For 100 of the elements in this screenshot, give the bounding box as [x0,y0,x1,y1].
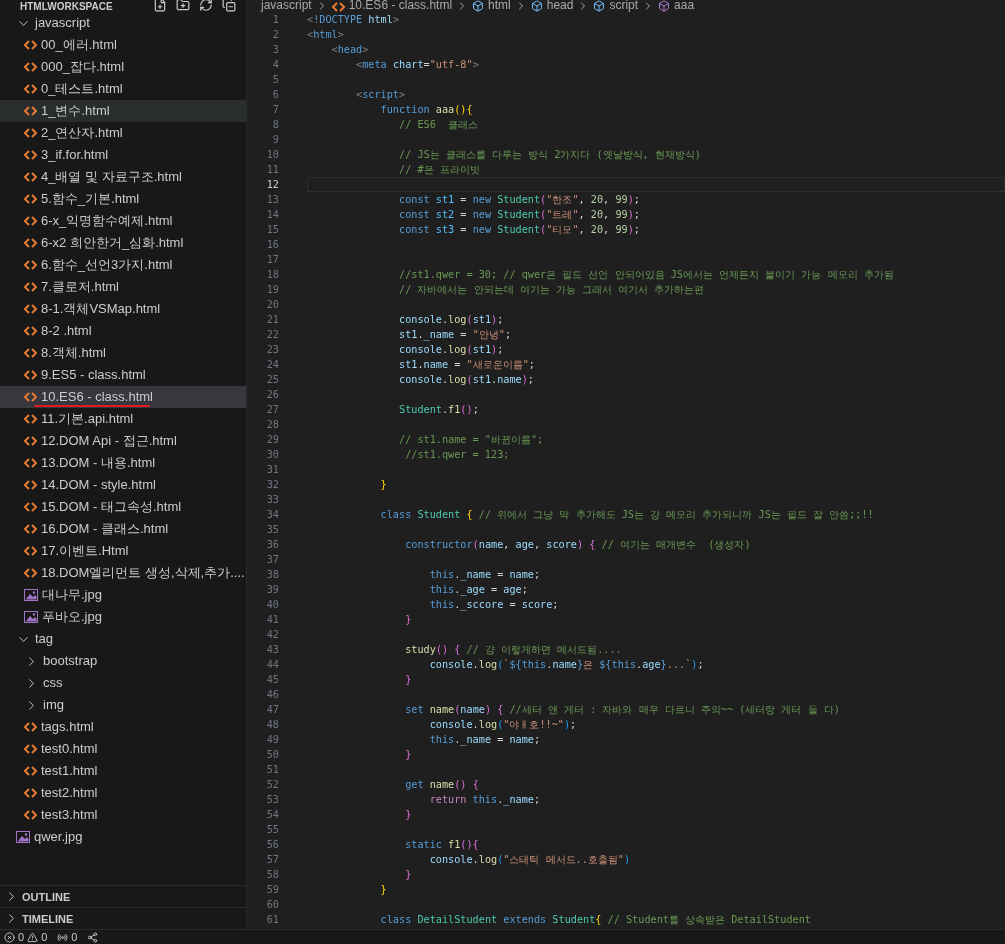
line-number: 56 [265,838,279,852]
file-item[interactable]: qwer.jpg [0,826,246,848]
broadcast-icon [57,931,69,943]
file-item[interactable]: test3.html [0,804,246,826]
file-item[interactable]: 000_잡다.html [0,56,246,78]
file-item[interactable]: 8-2 .html [0,320,246,342]
line-number: 33 [265,493,279,507]
code-file-icon [24,502,37,512]
code-line: study() { // 걍 이렇게하면 메서드됨.... [404,643,623,657]
cube-icon [472,0,485,12]
line-number: 6 [271,88,279,102]
code-file-icon [24,326,37,336]
code-file-icon [24,150,37,160]
line-number: 42 [265,628,279,642]
breadcrumb-item[interactable]: 10.ES6 - class.html [348,0,453,12]
file-item[interactable]: tags.html [0,716,246,738]
folder-item[interactable]: css [0,672,246,694]
file-item[interactable]: 13.DOM - 내용.html [0,452,246,474]
code-file-icon [24,546,37,556]
breadcrumb-item[interactable]: head [546,0,574,12]
file-item[interactable]: 0_테스트.html [0,78,246,100]
code-file-icon [24,524,37,534]
line-number: 39 [265,583,279,597]
line-number: 7 [271,103,279,117]
file-item[interactable]: 17.이벤트.Html [0,540,246,562]
line-number: 43 [265,643,279,657]
file-item[interactable]: 8.객체.html [0,342,246,364]
line-number: 5 [271,73,279,87]
breadcrumb-item[interactable]: html [488,0,511,12]
refresh-icon[interactable] [199,0,213,12]
code-line: class DetailStudent extends Student{ // Student를 상속받은 DetailStudent [379,913,812,927]
folder-item[interactable]: tag [0,628,246,650]
file-item[interactable]: 11.기본.api.html [0,408,246,430]
code-file-icon [24,172,37,182]
file-item[interactable]: 4_배열 및 자료구조.html [0,166,246,188]
line-number: 9 [271,133,279,147]
errors-status[interactable]: 0 0 [4,931,48,943]
line-number: 54 [265,808,279,822]
line-number: 17 [265,253,279,267]
code-file-icon [24,128,37,138]
file-item[interactable]: 8-1.객체VSMap.html [0,298,246,320]
line-number: 40 [265,598,279,612]
file-item[interactable]: 푸바오.jpg [0,606,246,628]
line-number: 48 [265,718,279,732]
folder-item[interactable]: bootstrap [0,650,246,672]
file-item[interactable]: 6-x2 희안한거_심화.html [0,232,246,254]
code-line: } [404,868,413,882]
folder-item[interactable]: img [0,694,246,716]
file-item[interactable]: 2_연산자.html [0,122,246,144]
code-line: console.log(st1); [398,313,505,327]
collapse-all-icon[interactable] [222,0,236,12]
code-file-icon [24,62,37,72]
file-item[interactable]: 9.ES5 - class.html [0,364,246,386]
cube-icon [658,0,671,12]
file-item[interactable]: 16.DOM - 클래스.html [0,518,246,540]
file-item[interactable]: test1.html [0,760,246,782]
line-number: 29 [265,433,279,447]
file-item[interactable]: test2.html [0,782,246,804]
file-item[interactable]: 1_변수.html [0,100,246,122]
breadcrumb-item[interactable]: aaa [674,0,695,12]
line-number: 31 [265,463,279,477]
file-item[interactable]: test0.html [0,738,246,760]
line-number: 38 [265,568,279,582]
file-item[interactable]: 15.DOM - 태그속성.html [0,496,246,518]
new-file-icon[interactable] [153,0,167,12]
line-number: 57 [265,853,279,867]
code-line: set name(name) { //세터 앤 게터 : 자바와 매우 다르니 주의~~ (세터랑 게터 둘 다) [404,703,841,717]
code-file-icon [24,370,37,380]
line-number: 45 [265,673,279,687]
code-line: const st1 = new Student("한조", 20, 99); [398,193,641,207]
code-line: } [404,613,413,627]
code-line: console.log("야ㅐ호!!~"); [428,718,578,732]
code-line: get name() { [404,778,480,792]
file-item[interactable]: 6.함수_선언3가지.html [0,254,246,276]
code-line: const st2 = new Student("트레", 20, 99); [398,208,641,222]
new-folder-icon[interactable] [176,0,190,12]
breadcrumb-item[interactable]: script [609,0,639,12]
cube-icon [530,0,543,12]
file-item[interactable]: 6-x_익명함수예제.html [0,210,246,232]
file-item[interactable]: 7.클로저.html [0,276,246,298]
file-item[interactable]: 14.DOM - style.html [0,474,246,496]
file-item[interactable]: 12.DOM Api - 접근.html [0,430,246,452]
breadcrumb-item[interactable]: javascript [261,0,312,12]
code-line: return this._name; [428,793,542,807]
ports-status[interactable]: 0 [57,931,78,943]
file-item[interactable]: 3_if.for.html [0,144,246,166]
share-icon[interactable] [87,931,99,943]
folder-item[interactable]: javascript [0,12,246,34]
file-item[interactable]: 18.DOM엘리먼트 생성,삭제,추가.... [0,562,246,584]
line-number: 4 [271,58,279,72]
file-item[interactable]: 대나무.jpg [0,584,246,606]
line-number: 60 [265,898,279,912]
code-file-icon [24,788,37,798]
code-line: //st1.qwer = 123; [404,448,511,462]
line-number: 13 [265,193,279,207]
panel-header[interactable]: OUTLINE [0,885,246,907]
file-item[interactable]: 10.ES6 - class.html [0,386,246,408]
file-item[interactable]: 00_에러.html [0,34,246,56]
code-line: <html> [307,28,345,42]
file-item[interactable]: 5.함수_기본.html [0,188,246,210]
